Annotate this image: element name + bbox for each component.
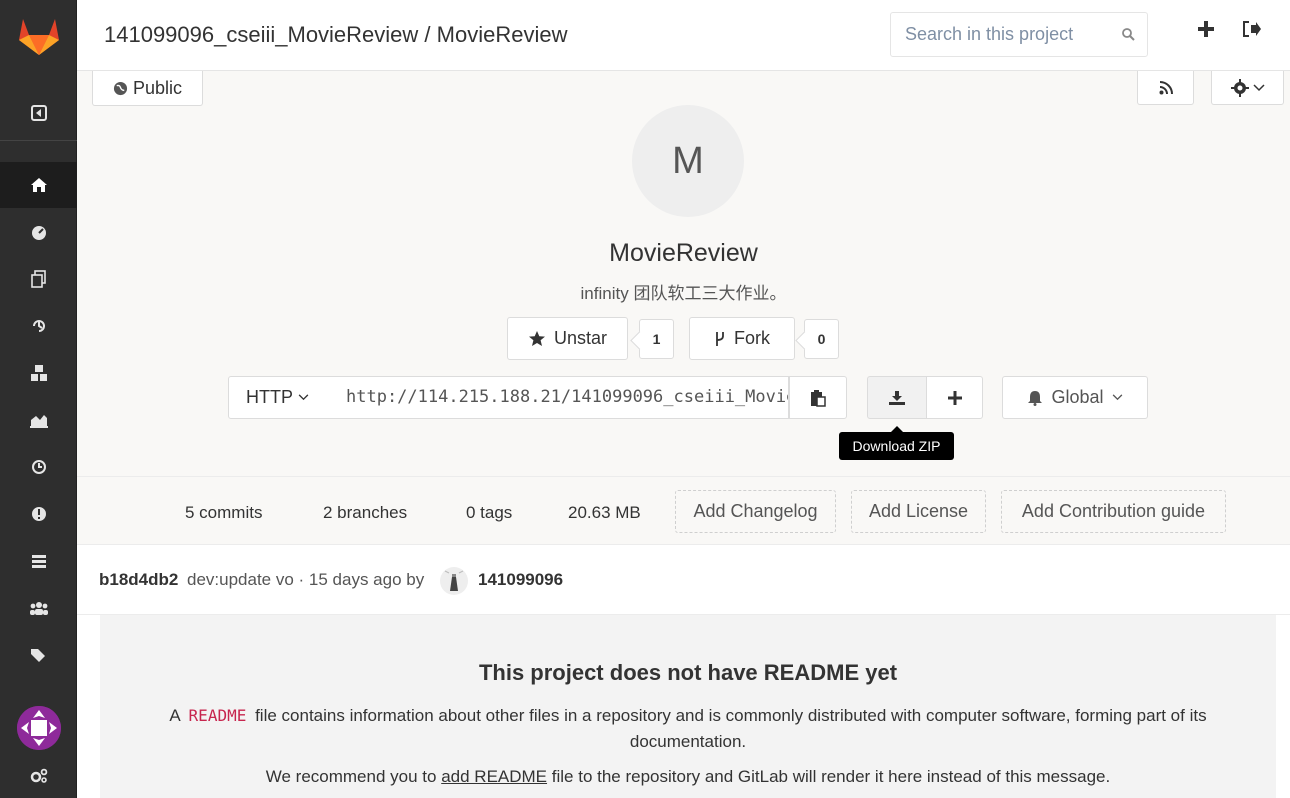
project-description: infinity 团队软工三大作业。 [580,284,787,303]
commit-message: dev:update vo · 15 days ago by [187,570,425,589]
sidebar-item-graphs[interactable] [0,397,77,443]
notification-label: Global [1051,387,1104,407]
star-icon [528,331,545,346]
fork-button[interactable]: Fork [689,317,795,360]
search-icon [1122,28,1135,41]
visibility-label: Public [132,77,183,98]
page-title[interactable]: 141099096_cseiii_MovieReview / MovieRevi… [104,22,567,48]
rss-button[interactable] [1137,71,1194,105]
clone-url-input[interactable]: http://114.215.188.21/141099096_cseiii_M… [326,376,789,419]
commit-sha-link[interactable]: b18d4db2 [99,570,178,590]
cogs-icon [30,768,47,783]
sidebar-item-builds[interactable] [0,350,77,396]
chevron-down-icon [1112,394,1122,401]
sidebar-item-files[interactable] [0,256,77,302]
copy-url-button[interactable] [789,376,847,419]
branches-link[interactable]: 2 branches [323,503,407,523]
clone-protocol-label: HTTP [246,387,293,407]
download-icon [889,390,905,405]
project-settings-dropdown[interactable] [1211,71,1284,105]
plus-icon[interactable] [1197,20,1215,38]
sign-out-icon[interactable] [1242,20,1262,38]
home-icon [30,178,47,192]
tags-icon [30,649,45,662]
readme-p2-prefix: We recommend you to [265,767,437,786]
collapse-icon [30,104,47,121]
notification-dropdown[interactable]: Global [1002,376,1148,419]
add-contribution-guide-button[interactable]: Add Contribution guide [1001,490,1226,533]
readme-recommendation: We recommend you to add README file to t… [100,767,1276,787]
commits-link[interactable]: 5 commits [185,503,262,523]
server-icon [31,555,46,568]
add-file-dropdown[interactable] [926,376,983,419]
readme-p1-text: file contains information about other fi… [255,706,1207,751]
add-changelog-button[interactable]: Add Changelog [675,490,836,533]
rss-icon [1159,80,1173,94]
readme-code: README [188,706,247,725]
gear-icon [1230,78,1249,97]
sidebar [0,0,77,798]
top-header: 141099096_cseiii_MovieReview / MovieRevi… [77,0,1290,71]
sidebar-item-project[interactable] [0,162,77,208]
project-home: Public M MovieReview infinity 团队软工三大作业。 … [77,71,1290,545]
unstar-button[interactable]: Unstar [507,317,628,360]
dashboard-icon [31,226,46,240]
identicon-icon [17,706,61,750]
sidebar-item-members[interactable] [0,585,77,631]
files-icon [30,270,46,288]
plus-icon [947,390,962,405]
project-stats: 5 commits 2 branches 0 tags 20.63 MB Add… [77,476,1290,545]
gitlab-logo-icon [18,19,59,55]
fork-count[interactable]: 0 [804,319,839,359]
sidebar-item-commits[interactable] [0,303,77,349]
readme-p2-text: file to the repository and GitLab will r… [551,767,1111,786]
repo-size: 20.63 MB [568,503,641,522]
star-count[interactable]: 1 [639,319,674,359]
globe-icon [113,81,128,95]
issues-icon [31,507,46,521]
users-icon [29,602,48,615]
area-chart-icon [29,415,48,428]
last-commit: b18d4db2 dev:update vo · 15 days ago by … [77,545,1290,615]
clock-icon [31,460,46,474]
tags-link[interactable]: 0 tags [466,503,512,523]
project-avatar: M [632,105,744,217]
history-icon [32,320,45,332]
unstar-label: Unstar [553,328,607,348]
star-count-value: 1 [652,331,661,347]
sidebar-item-labels[interactable] [0,632,77,678]
search-input[interactable]: Search in this project [890,12,1148,57]
gitlab-logo[interactable] [0,0,77,70]
sidebar-item-milestones[interactable] [0,444,77,490]
readme-title: This project does not have README yet [478,660,898,685]
download-zip-button[interactable] [867,376,927,419]
fork-count-value: 0 [817,331,826,347]
add-license-button[interactable]: Add License [851,490,986,533]
clone-protocol-dropdown[interactable]: HTTP [228,376,327,419]
sidebar-item-issues[interactable] [0,491,77,537]
bell-icon [1028,390,1043,406]
chevron-down-icon [1252,83,1265,91]
collapse-sidebar-button[interactable] [0,85,77,141]
readme-p1-prefix: A [169,706,180,725]
clipboard-icon [811,389,826,407]
commit-author-link[interactable]: 141099096 [478,570,563,590]
readme-placeholder: This project does not have README yet A … [100,615,1276,798]
download-zip-tooltip: Download ZIP [839,426,954,460]
sidebar-item-activity[interactable] [0,209,77,255]
cubes-icon [30,365,47,381]
visibility-button[interactable]: Public [92,71,203,106]
fork-label: Fork [734,328,770,348]
sidebar-item-settings[interactable] [0,756,77,796]
sidebar-item-merge-requests[interactable] [0,538,77,584]
search-placeholder: Search in this project [905,24,1074,44]
lighthouse-avatar-icon [444,570,464,591]
commit-author-avatar[interactable] [440,567,468,595]
readme-explanation: A README file contains information about… [130,703,1246,755]
user-avatar[interactable] [17,706,61,750]
chevron-down-icon [298,394,309,401]
fork-icon [716,331,724,346]
project-name: MovieReview [609,239,758,267]
add-readme-link[interactable]: add README [441,767,547,786]
